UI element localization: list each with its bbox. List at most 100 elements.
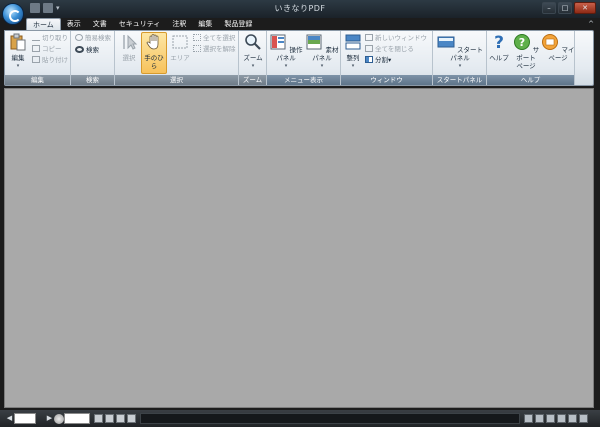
support-icon: ? (513, 34, 530, 50)
group-help: ? ヘルプ ? サポート ページ マイページ ヘルプ (487, 31, 575, 85)
new-window-icon (365, 34, 373, 41)
group-window-label: ウィンドウ (341, 75, 432, 85)
tab-view[interactable]: 表示 (61, 18, 87, 30)
group-window: 整列 ▾ 新しいウィンドウ 全てを閉じる 分割▾ ウィンドウ (341, 31, 433, 85)
group-menu-display: 操作パネル ▾ 素材パネル ▾ メニュー表示 (267, 31, 341, 85)
copy-icon (32, 45, 40, 52)
area-tool-button[interactable]: エリア (169, 33, 191, 62)
support-page-button[interactable]: ? サポート ページ (511, 33, 541, 70)
split-icon (365, 56, 373, 63)
ribbon: 編集 ▾ 切り取り コピー 貼り付け 編集 簡易検索 検索 検索 選択 手のひら… (4, 30, 594, 86)
new-window-button[interactable]: 新しいウィンドウ (365, 34, 427, 43)
quick-search-button[interactable]: 簡易検索 (75, 34, 111, 43)
tab-annotation[interactable]: 注釈 (166, 18, 192, 30)
area-select-icon (172, 35, 188, 49)
next-page-button[interactable]: ▶ (46, 413, 53, 424)
search-button[interactable]: 検索 (75, 46, 99, 55)
page-number-input[interactable] (14, 413, 36, 424)
fit-width-icon[interactable] (94, 414, 103, 423)
single-page-view-icon[interactable] (524, 414, 533, 423)
material-panel-button[interactable]: 素材パネル ▾ (305, 33, 339, 70)
clipboard-icon (10, 33, 26, 51)
continuous-view-icon[interactable] (535, 414, 544, 423)
minimize-button[interactable]: – (542, 2, 556, 14)
close-all-icon (365, 45, 373, 52)
maximize-button[interactable]: □ (558, 2, 572, 14)
edit-button-label: 編集 (11, 54, 25, 62)
tab-security[interactable]: セキュリティ (113, 18, 167, 30)
select-all-icon (193, 34, 201, 41)
paste-icon (32, 56, 40, 63)
start-panel-button[interactable]: スタートパネル ▾ (435, 33, 485, 70)
start-panel-icon (437, 36, 455, 48)
group-help-label: ヘルプ (487, 75, 574, 85)
zoom-button[interactable]: ズーム ▾ (241, 33, 265, 70)
operation-panel-icon (270, 34, 286, 50)
question-icon: ? (494, 33, 504, 53)
deselect-icon (193, 45, 201, 52)
window-title: いきなりPDF (274, 4, 326, 13)
group-search-label: 検索 (71, 75, 114, 85)
prev-page-button[interactable]: ◀ (6, 413, 13, 424)
group-select-label: 選択 (115, 75, 238, 85)
copy-button[interactable]: コピー (32, 45, 62, 54)
group-menu-display-label: メニュー表示 (267, 75, 340, 85)
select-tool-button[interactable]: 選択 (118, 33, 140, 62)
close-all-button[interactable]: 全てを閉じる (365, 45, 414, 54)
operation-panel-button[interactable]: 操作パネル ▾ (269, 33, 303, 70)
view-mode-icons (524, 414, 588, 425)
svg-text:?: ? (494, 33, 504, 51)
paste-button[interactable]: 貼り付け (32, 56, 68, 65)
binoculars-icon (75, 46, 84, 53)
two-page-view-icon[interactable] (546, 414, 555, 423)
ribbon-collapse-button[interactable]: ^ (588, 20, 594, 28)
material-panel-icon (306, 34, 322, 50)
help-button[interactable]: ? ヘルプ (488, 33, 510, 62)
zoom-level-input[interactable] (64, 413, 90, 424)
page-total (38, 413, 46, 424)
svg-text:?: ? (519, 36, 525, 49)
hand-tool-button[interactable]: 手のひら (141, 32, 167, 74)
arrange-windows-icon (345, 34, 361, 50)
tab-edit[interactable]: 編集 (192, 18, 218, 30)
edit-button[interactable]: 編集 ▾ (8, 33, 28, 70)
window-controls: – □ ✕ (542, 2, 596, 14)
rotate-icon[interactable] (127, 414, 136, 423)
split-button[interactable]: 分割▾ (365, 56, 391, 65)
quick-search-icon (75, 34, 83, 41)
title-bar: ▾ いきなりPDF – □ ✕ (0, 0, 600, 18)
status-bar: ◀ ▶ (0, 410, 600, 427)
edit-dropdown: ▾ (16, 63, 20, 69)
tab-product-registration[interactable]: 製品登録 (218, 18, 258, 30)
group-start-panel-label: スタートパネル (433, 75, 486, 85)
tab-document[interactable]: 文書 (87, 18, 113, 30)
horizontal-scrollbar[interactable] (140, 413, 520, 424)
group-start-panel: スタートパネル ▾ スタートパネル (433, 31, 487, 85)
fullscreen-view-icon[interactable] (579, 414, 588, 423)
select-all-button[interactable]: 全てを選択 (193, 34, 235, 43)
my-page-button[interactable]: マイページ (541, 33, 575, 62)
magnifier-icon (245, 34, 261, 50)
group-edit: 編集 ▾ 切り取り コピー 貼り付け 編集 (5, 31, 71, 85)
ribbon-tab-row: ホーム 表示 文書 セキュリティ 注釈 編集 製品登録 ^ (0, 18, 600, 30)
zoom-out-button[interactable] (54, 414, 64, 424)
two-page-continuous-view-icon[interactable] (557, 414, 566, 423)
group-zoom-label: ズーム (239, 75, 266, 85)
thumbnail-view-icon[interactable] (568, 414, 577, 423)
group-select: 選択 手のひら エリア 全てを選択 選択を解除 選択 (115, 31, 239, 85)
app-menu-button[interactable] (2, 3, 24, 25)
cut-button[interactable]: 切り取り (32, 34, 68, 43)
actual-size-icon[interactable] (116, 414, 125, 423)
document-workspace[interactable] (4, 88, 594, 408)
scissors-icon (32, 34, 40, 41)
fit-page-icon[interactable] (105, 414, 114, 423)
group-edit-label: 編集 (5, 75, 70, 85)
group-search: 簡易検索 検索 検索 (71, 31, 115, 85)
group-zoom: ズーム ▾ ズーム (239, 31, 267, 85)
deselect-button[interactable]: 選択を解除 (193, 45, 236, 54)
tab-home[interactable]: ホーム (26, 18, 61, 30)
arrange-button[interactable]: 整列 ▾ (344, 33, 362, 70)
hand-icon (146, 34, 159, 50)
cursor-icon (123, 34, 138, 50)
close-button[interactable]: ✕ (574, 2, 596, 14)
